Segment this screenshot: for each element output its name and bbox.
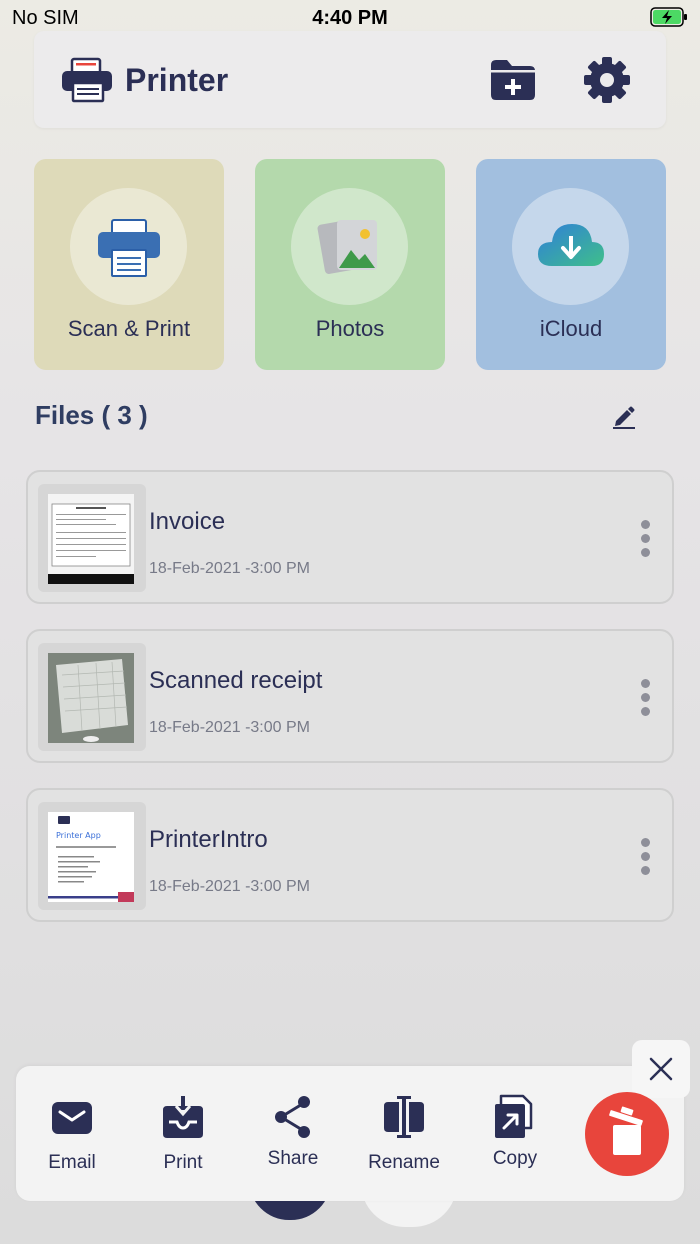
status-bar: No SIM 4:40 PM — [0, 0, 700, 34]
more-options-button[interactable] — [634, 518, 658, 558]
mail-icon — [52, 1102, 92, 1134]
rename-icon — [384, 1096, 424, 1138]
printer-logo-icon — [62, 57, 112, 103]
rename-action-button[interactable]: Rename — [354, 1094, 454, 1194]
file-thumbnail — [38, 643, 146, 751]
photos-label: Photos — [315, 316, 385, 341]
more-dot-icon — [641, 707, 650, 716]
file-row[interactable]: Invoice 18-Feb-2021 -3:00 PM — [26, 470, 674, 604]
delete-button[interactable] — [585, 1092, 669, 1176]
settings-button[interactable] — [582, 55, 632, 105]
icloud-label: iCloud — [539, 316, 603, 341]
add-folder-button[interactable] — [488, 55, 538, 105]
more-dot-icon — [641, 852, 650, 861]
file-row[interactable]: Scanned receipt 18-Feb-2021 -3:00 PM — [26, 629, 674, 763]
file-date: 18-Feb-2021 -3:00 PM — [149, 560, 310, 577]
email-action-button[interactable]: Email — [22, 1094, 122, 1194]
share-icon — [275, 1096, 310, 1138]
file-thumbnail — [38, 484, 146, 592]
icloud-card[interactable]: iCloud — [476, 159, 666, 370]
thumbnail-title: Printer App — [56, 831, 101, 840]
close-sheet-button[interactable] — [632, 1040, 690, 1098]
more-dot-icon — [641, 838, 650, 847]
print-action-label: Print — [163, 1152, 203, 1173]
photos-icon — [317, 220, 377, 274]
photos-card[interactable]: Photos — [255, 159, 445, 370]
email-action-label: Email — [48, 1152, 96, 1173]
card-icon-circle — [291, 188, 408, 305]
more-options-button[interactable] — [634, 836, 658, 876]
file-name: PrinterIntro — [149, 826, 268, 853]
more-options-button[interactable] — [634, 677, 658, 717]
copy-action-label: Copy — [492, 1148, 538, 1169]
gear-icon — [584, 57, 630, 103]
file-name: Scanned receipt — [149, 667, 323, 694]
printer-icon — [98, 219, 160, 277]
more-dot-icon — [641, 693, 650, 702]
receipt-thumbnail-image — [48, 653, 134, 743]
file-name: Invoice — [149, 508, 226, 535]
more-dot-icon — [641, 534, 650, 543]
add-folder-icon — [491, 60, 535, 100]
copy-action-button[interactable]: Copy — [465, 1094, 565, 1194]
files-heading: Files ( 3 ) — [35, 400, 148, 430]
rename-action-label: Rename — [368, 1152, 440, 1173]
file-action-sheet: Email Print Share Rename Copy — [16, 1066, 684, 1201]
cloud-download-icon — [538, 224, 604, 266]
file-thumbnail: Printer App — [38, 802, 146, 910]
app-header: Printer — [34, 31, 666, 128]
app-title: Printer — [125, 62, 229, 98]
copy-icon — [495, 1094, 533, 1138]
edit-pencil-icon[interactable] — [611, 403, 637, 429]
printer-intro-thumbnail-image: Printer App — [48, 812, 134, 902]
file-row[interactable]: Printer App PrinterIntro 18-Feb-2021 -3:… — [26, 788, 674, 922]
invoice-thumbnail-image — [48, 494, 134, 584]
more-dot-icon — [641, 520, 650, 529]
battery-charging-icon — [650, 7, 687, 27]
share-action-label: Share — [267, 1148, 319, 1169]
scan-print-card[interactable]: Scan & Print — [34, 159, 224, 370]
more-dot-icon — [641, 679, 650, 688]
file-date: 18-Feb-2021 -3:00 PM — [149, 719, 310, 736]
scan-print-label: Scan & Print — [67, 316, 191, 341]
clock: 4:40 PM — [312, 7, 388, 29]
print-tray-icon — [163, 1096, 203, 1138]
card-icon-circle — [70, 188, 187, 305]
trash-icon — [609, 1106, 643, 1155]
close-icon — [649, 1057, 673, 1081]
file-date: 18-Feb-2021 -3:00 PM — [149, 878, 310, 895]
card-icon-circle — [512, 188, 629, 305]
print-action-button[interactable]: Print — [133, 1094, 233, 1194]
more-dot-icon — [641, 866, 650, 875]
more-dot-icon — [641, 548, 650, 557]
share-action-button[interactable]: Share — [243, 1094, 343, 1194]
